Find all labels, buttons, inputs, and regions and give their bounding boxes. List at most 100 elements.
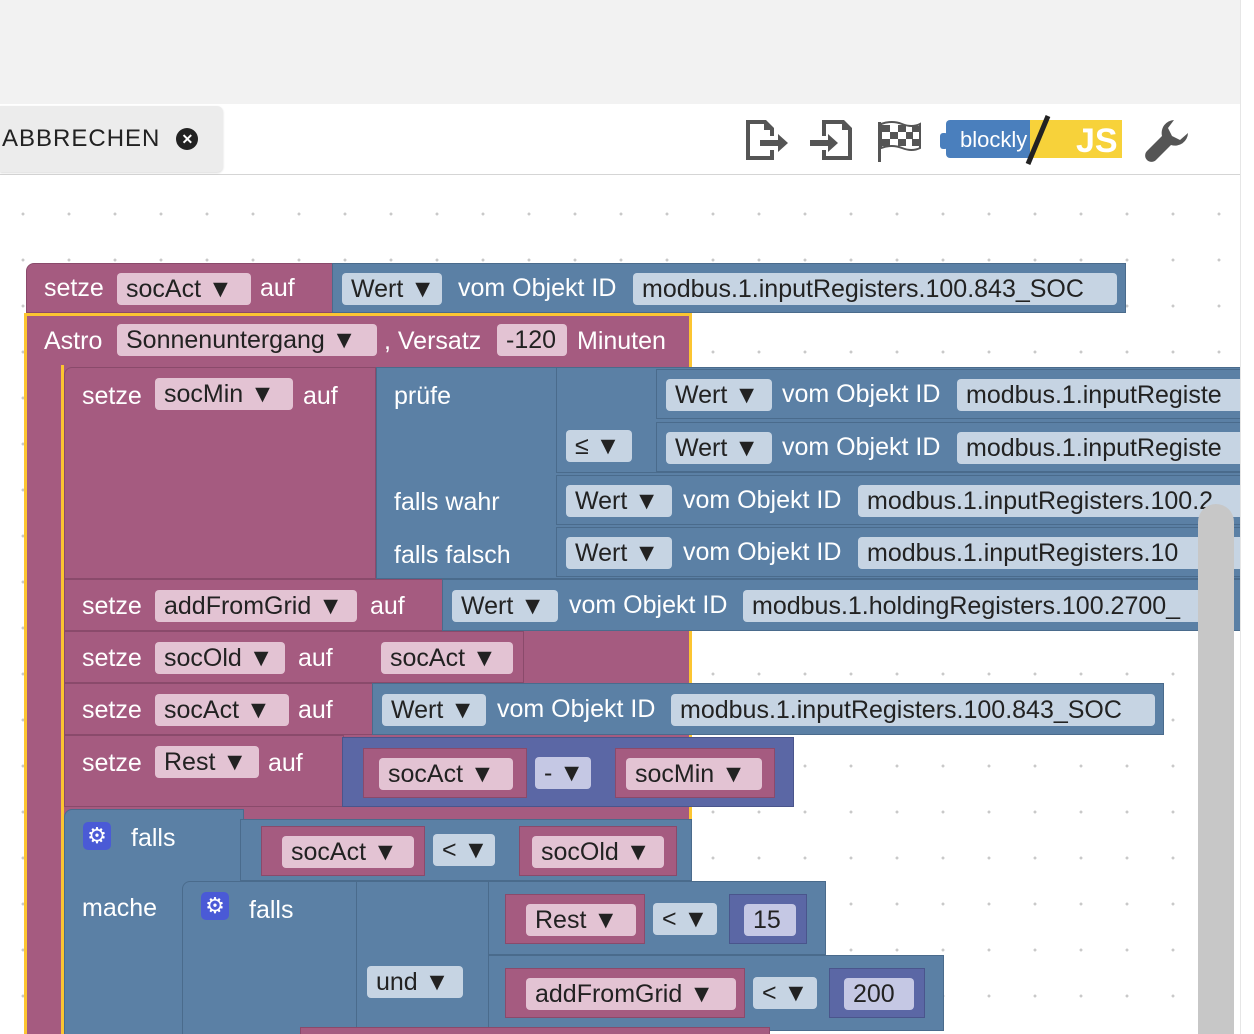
get-state-block[interactable]: Wert ▼ vom Objekt ID modbus.1.inputRegis… <box>372 683 1164 735</box>
cancel-label: ABBRECHEN <box>2 125 161 152</box>
block-keyword: falls <box>131 824 176 852</box>
logic-operation-block[interactable]: und ▼ <box>356 881 494 1034</box>
attribute-dropdown[interactable]: Wert ▼ <box>566 485 672 517</box>
compare-block[interactable]: Rest ▼ < ▼ 15 <box>488 881 826 955</box>
variable-dropdown[interactable]: addFromGrid ▼ <box>155 590 357 622</box>
astro-trigger-spine <box>24 365 64 1034</box>
offset-input[interactable]: -120 <box>497 324 567 356</box>
attribute-dropdown[interactable]: Wert ▼ <box>382 694 486 726</box>
operator-dropdown[interactable]: - ▼ <box>535 757 591 789</box>
variable-dropdown[interactable]: socAct ▼ <box>282 836 414 868</box>
object-id-field[interactable]: modbus.1.inputRegisters.100.2 <box>858 485 1240 517</box>
operator-dropdown[interactable]: < ▼ <box>433 834 495 866</box>
attribute-dropdown[interactable]: Wert ▼ <box>342 273 442 305</box>
variable-get-block[interactable]: socOld ▼ <box>519 826 677 876</box>
blockly-workspace[interactable]: setze socAct ▼ auf Wert ▼ vom Objekt ID … <box>0 175 1240 1034</box>
variable-dropdown[interactable]: Rest ▼ <box>526 904 636 936</box>
attribute-dropdown[interactable]: Wert ▼ <box>666 379 772 411</box>
variable-dropdown[interactable]: socOld ▼ <box>155 642 285 674</box>
block-keyword: auf <box>268 749 303 777</box>
get-state-block[interactable]: Wert ▼ vom Objekt ID modbus.1.inputRegis… <box>556 475 1240 525</box>
number-block[interactable]: 15 <box>729 894 807 944</box>
object-id-field[interactable]: modbus.1.holdingRegisters.100.2700_ <box>743 590 1203 622</box>
partial-block[interactable] <box>300 1027 770 1034</box>
operator-dropdown[interactable]: < ▼ <box>653 903 717 935</box>
block-keyword: setze <box>82 382 142 410</box>
block-text: vom Objekt ID <box>782 380 941 408</box>
number-input[interactable]: 200 <box>844 978 914 1010</box>
block-keyword: setze <box>82 644 142 672</box>
get-state-block[interactable]: Wert ▼ vom Objekt ID modbus.1.inputRegis… <box>556 527 1240 577</box>
object-id-field[interactable]: modbus.1.inputRegisters.10 <box>858 537 1240 569</box>
workspace-scrollbar[interactable] <box>1198 504 1234 1034</box>
variable-dropdown[interactable]: socAct ▼ <box>379 758 513 790</box>
block-text: vom Objekt ID <box>497 695 656 723</box>
block-keyword: auf <box>298 644 333 672</box>
block-text: vom Objekt ID <box>569 591 728 619</box>
gear-icon[interactable]: ⚙ <box>201 892 229 920</box>
operator-dropdown[interactable]: ≤ ▼ <box>566 430 632 462</box>
block-text: Minuten <box>577 327 666 355</box>
checkered-flag-icon[interactable] <box>874 118 922 164</box>
close-icon: ✕ <box>176 128 199 150</box>
get-state-block[interactable]: Wert ▼ vom Objekt ID modbus.1.inputRegis… <box>656 369 1240 419</box>
object-id-field[interactable]: modbus.1.inputRegiste <box>957 432 1240 464</box>
block-keyword: mache <box>82 894 158 922</box>
block-keyword: prüfe <box>394 382 451 410</box>
set-variable-block[interactable]: setze socMin ▼ auf <box>64 367 376 579</box>
get-state-block[interactable]: Wert ▼ vom Objekt ID modbus.1.holdingReg… <box>442 579 1240 631</box>
get-state-block[interactable]: Wert ▼ vom Objekt ID modbus.1.inputRegis… <box>332 263 1126 313</box>
object-id-field[interactable]: modbus.1.inputRegisters.100.843_SOC <box>633 273 1117 305</box>
wrench-icon[interactable] <box>1144 118 1190 164</box>
set-variable-block[interactable]: setze Rest ▼ auf <box>64 735 344 807</box>
math-arithmetic-block[interactable]: socAct ▼ - ▼ socMin ▼ <box>342 737 794 807</box>
cancel-button[interactable]: ABBRECHEN ✕ <box>0 106 223 172</box>
import-icon[interactable] <box>808 118 856 162</box>
variable-get-block[interactable]: socMin ▼ <box>615 748 775 798</box>
object-id-field[interactable]: modbus.1.inputRegisters.100.843_SOC <box>671 694 1155 726</box>
compare-block[interactable]: socAct ▼ < ▼ socOld ▼ <box>240 819 692 881</box>
block-text: , Versatz <box>384 327 482 355</box>
set-variable-block[interactable]: setze socOld ▼ auf socAct ▼ <box>64 631 524 683</box>
gear-icon[interactable]: ⚙ <box>83 822 111 850</box>
variable-dropdown[interactable]: Rest ▼ <box>155 746 259 778</box>
block-keyword: auf <box>370 592 405 620</box>
get-state-block[interactable]: Wert ▼ vom Objekt ID modbus.1.inputRegis… <box>656 422 1240 472</box>
block-keyword: falls wahr <box>394 488 500 516</box>
logic-operator-dropdown[interactable]: und ▼ <box>367 966 463 998</box>
variable-get-dropdown[interactable]: socAct ▼ <box>381 642 513 674</box>
block-text: vom Objekt ID <box>683 538 842 566</box>
block-keyword: setze <box>82 696 142 724</box>
block-keyword: falls <box>249 896 294 924</box>
block-keyword: setze <box>82 592 142 620</box>
set-variable-block[interactable]: setze socAct ▼ auf <box>26 263 336 313</box>
number-input[interactable]: 15 <box>744 904 796 936</box>
variable-dropdown[interactable]: socAct ▼ <box>155 694 289 726</box>
variable-dropdown[interactable]: socMin ▼ <box>155 378 293 410</box>
attribute-dropdown[interactable]: Wert ▼ <box>566 537 672 569</box>
blockly-js-toggle[interactable]: blockly JS <box>940 114 1122 166</box>
variable-dropdown[interactable]: socAct ▼ <box>117 273 251 305</box>
variable-dropdown[interactable]: socOld ▼ <box>532 836 664 868</box>
variable-get-block[interactable]: socAct ▼ <box>261 826 425 876</box>
compare-block[interactable]: addFromGrid ▼ < ▼ 200 <box>488 955 944 1031</box>
variable-get-block[interactable]: Rest ▼ <box>505 894 645 944</box>
app-header <box>0 0 1240 105</box>
block-keyword: Astro <box>44 327 103 355</box>
blockly-logo-text: blockly <box>960 127 1028 152</box>
variable-get-block[interactable]: socAct ▼ <box>363 748 527 798</box>
block-text: vom Objekt ID <box>683 486 842 514</box>
set-variable-block[interactable]: setze addFromGrid ▼ auf <box>64 579 444 631</box>
attribute-dropdown[interactable]: Wert ▼ <box>666 432 772 464</box>
attribute-dropdown[interactable]: Wert ▼ <box>452 590 558 622</box>
operator-dropdown[interactable]: < ▼ <box>753 977 817 1009</box>
object-id-field[interactable]: modbus.1.inputRegiste <box>957 379 1240 411</box>
astro-event-dropdown[interactable]: Sonnenuntergang ▼ <box>117 324 377 356</box>
set-variable-block[interactable]: setze socAct ▼ auf <box>64 683 374 735</box>
block-keyword: auf <box>298 696 333 724</box>
variable-dropdown[interactable]: addFromGrid ▼ <box>526 978 736 1010</box>
variable-get-block[interactable]: addFromGrid ▼ <box>505 968 745 1018</box>
number-block[interactable]: 200 <box>829 968 925 1018</box>
export-icon[interactable] <box>742 118 790 162</box>
variable-dropdown[interactable]: socMin ▼ <box>626 758 762 790</box>
